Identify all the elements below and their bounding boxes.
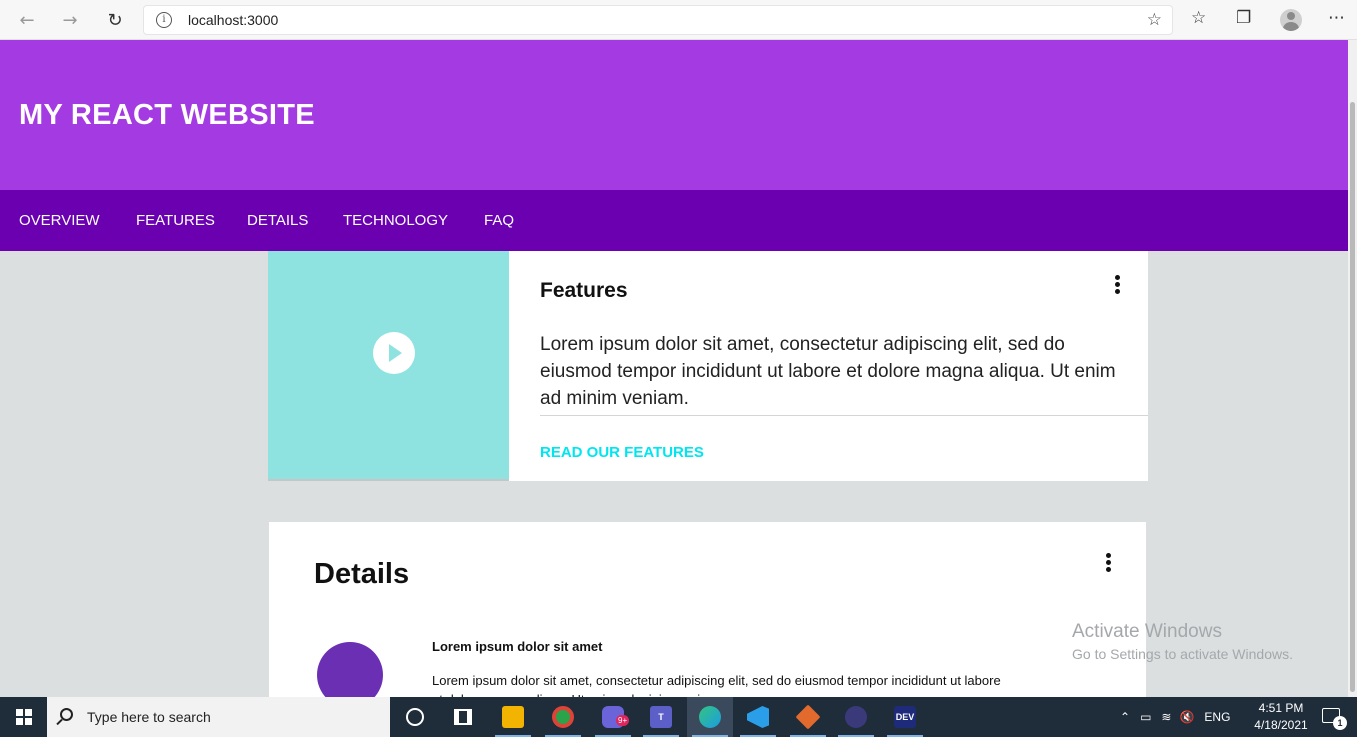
arrow-left-icon[interactable]: ← <box>13 6 41 34</box>
refresh-icon[interactable]: ↻ <box>101 6 129 34</box>
clock-date: 4/18/2021 <box>1254 718 1308 732</box>
search-placeholder: Type here to search <box>87 709 211 725</box>
star-plus-icon[interactable]: ☆ <box>1147 10 1162 30</box>
taskbar-search[interactable]: Type here to search <box>47 697 390 737</box>
profile-icon[interactable] <box>1280 9 1302 31</box>
battery-icon[interactable]: ▭ <box>1140 710 1151 724</box>
browser-toolbar: ← → ↻ i localhost:3000 ☆ ☆ ❐ ⋯ <box>0 0 1357 40</box>
cortana-icon[interactable] <box>392 697 438 737</box>
nav-details[interactable]: DETAILS <box>247 212 308 229</box>
activation-watermark-title: Activate Windows <box>1072 621 1222 642</box>
language-indicator[interactable]: ENG <box>1204 710 1230 724</box>
task-view-icon[interactable] <box>440 697 486 737</box>
site-header: MY REACT WEBSITE <box>0 40 1348 190</box>
chrome-icon[interactable] <box>540 697 586 737</box>
system-tray: ⌃ ▭ ≋ 🔇 ENG <box>1120 697 1230 737</box>
windows-taskbar: Type here to search 9+ T DEV ⌃ ▭ ≋ 🔇 ENG… <box>0 697 1357 737</box>
git-icon[interactable] <box>785 697 831 737</box>
start-button[interactable] <box>0 697 47 737</box>
wifi-icon[interactable]: ≋ <box>1161 710 1171 724</box>
chevron-up-icon[interactable]: ⌃ <box>1120 710 1130 724</box>
read-features-link[interactable]: READ OUR FEATURES <box>540 444 704 461</box>
discord-badge: 9+ <box>616 715 630 726</box>
file-explorer-icon[interactable] <box>490 697 536 737</box>
site-title: MY REACT WEBSITE <box>19 99 315 131</box>
windows-logo-icon <box>15 709 32 725</box>
teams-icon[interactable]: T <box>638 697 684 737</box>
devtools-label: DEV <box>894 706 916 728</box>
search-icon <box>60 708 73 721</box>
details-menu-icon[interactable] <box>1106 553 1112 575</box>
features-card: Features Lorem ipsum dolor sit amet, con… <box>268 251 1148 481</box>
features-menu-icon[interactable] <box>1115 275 1121 297</box>
features-title: Features <box>540 279 628 302</box>
discord-icon[interactable]: 9+ <box>590 697 636 737</box>
speaker-muted-icon[interactable]: 🔇 <box>1179 710 1194 724</box>
nav-features[interactable]: FEATURES <box>136 212 215 229</box>
devtools-icon[interactable]: DEV <box>882 697 928 737</box>
github-icon[interactable] <box>833 697 879 737</box>
features-text: Lorem ipsum dolor sit amet, consectetur … <box>540 334 1116 409</box>
edge-icon[interactable] <box>687 697 733 737</box>
nav-overview[interactable]: OVERVIEW <box>19 212 100 229</box>
vscode-icon[interactable] <box>735 697 781 737</box>
collections-icon[interactable]: ❐ <box>1236 8 1251 28</box>
features-media <box>268 251 509 481</box>
info-icon[interactable]: i <box>156 12 172 28</box>
address-bar[interactable]: i localhost:3000 ☆ <box>143 5 1173 35</box>
details-item-heading: Lorem ipsum dolor sit amet <box>432 639 603 654</box>
notification-count: 1 <box>1333 716 1347 730</box>
nav-faq[interactable]: FAQ <box>484 212 514 229</box>
activation-watermark-subtitle: Go to Settings to activate Windows. <box>1072 646 1293 662</box>
star-list-icon[interactable]: ☆ <box>1191 8 1206 28</box>
nav-technology[interactable]: TECHNOLOGY <box>343 212 448 229</box>
features-divider <box>540 415 1148 416</box>
play-icon[interactable] <box>373 332 415 374</box>
site-nav: OVERVIEW FEATURES DETAILS TECHNOLOGY FAQ <box>0 190 1348 251</box>
taskbar-clock[interactable]: 4:51 PM 4/18/2021 <box>1251 700 1311 734</box>
url-text[interactable]: localhost:3000 <box>188 12 278 28</box>
scrollbar-thumb[interactable] <box>1350 102 1355 692</box>
clock-time: 4:51 PM <box>1258 701 1304 715</box>
more-icon[interactable]: ⋯ <box>1328 8 1346 28</box>
page-scrollbar[interactable] <box>1348 40 1357 697</box>
arrow-right-icon[interactable]: → <box>56 6 84 34</box>
details-title: Details <box>314 558 410 590</box>
details-card: Details Lorem ipsum dolor sit amet Lorem… <box>269 522 1146 708</box>
